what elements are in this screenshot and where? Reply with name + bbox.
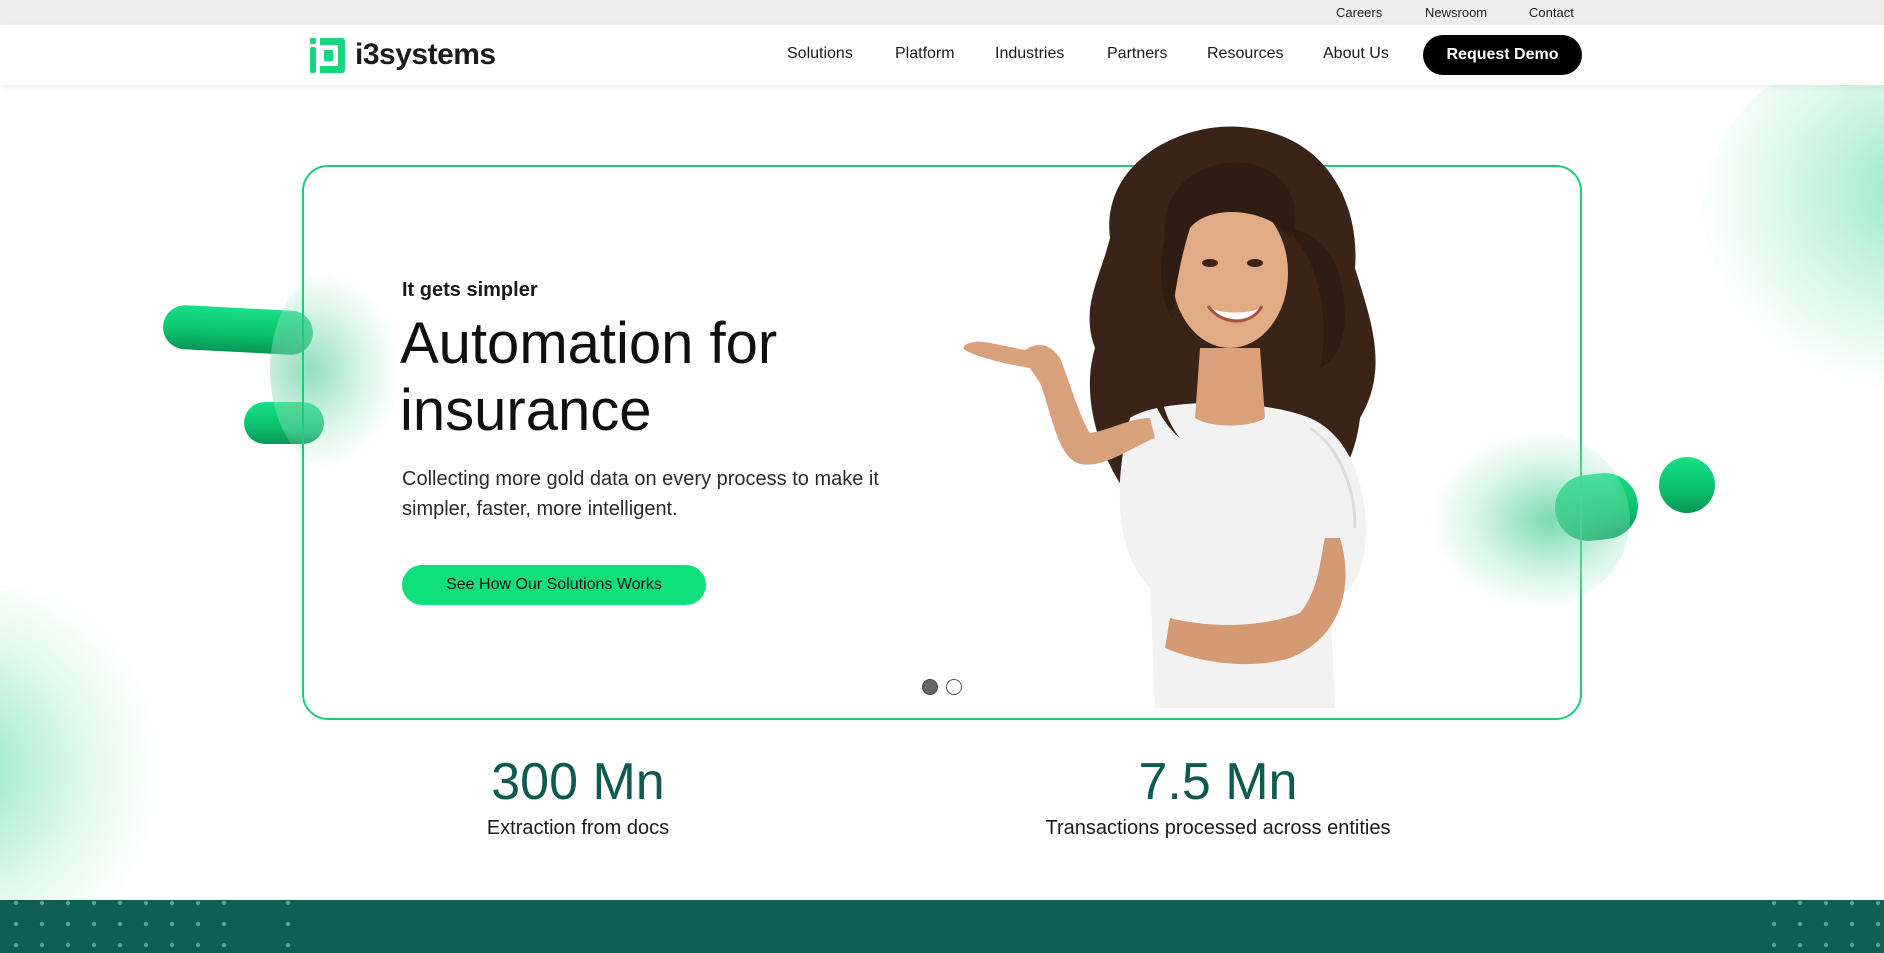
nav-industries[interactable]: Industries <box>995 45 1064 63</box>
decor-glow-bottom-left <box>0 590 190 950</box>
slider-dot-1[interactable] <box>922 679 938 695</box>
nav-resources[interactable]: Resources <box>1207 45 1283 63</box>
newsroom-link[interactable]: Newsroom <box>1425 5 1487 20</box>
main-header: i3systems Solutions Platform Industries … <box>0 25 1884 85</box>
request-demo-button[interactable]: Request Demo <box>1423 35 1582 75</box>
page: Careers Newsroom Contact i3systems Solut… <box>0 0 1884 953</box>
nav-platform[interactable]: Platform <box>895 45 955 63</box>
hero-description: Collecting more gold data on every proce… <box>402 468 879 520</box>
stat-label-transactions: Transactions processed across entities <box>1045 817 1391 839</box>
slider-dot-2[interactable] <box>946 679 962 695</box>
stat-value-extraction: 300 Mn <box>491 753 665 811</box>
utility-bar: Careers Newsroom Contact <box>0 0 1884 25</box>
dot-pattern-left <box>13 900 291 948</box>
hero-eyebrow: It gets simpler <box>402 279 538 301</box>
decor-pill-left-top <box>161 304 315 356</box>
slider-dots <box>922 679 962 695</box>
contact-link[interactable]: Contact <box>1529 5 1574 20</box>
nav-about-us[interactable]: About Us <box>1323 45 1389 63</box>
nav-solutions[interactable]: Solutions <box>787 45 853 63</box>
nav-partners[interactable]: Partners <box>1107 45 1167 63</box>
dot-pattern-right <box>1771 900 1881 948</box>
stat-label-extraction: Extraction from docs <box>486 817 670 839</box>
decor-ball-right <box>1659 457 1715 513</box>
logo-text: i3systems <box>355 38 496 71</box>
logo[interactable]: i3systems <box>309 36 496 74</box>
logo-mark-icon <box>309 37 346 74</box>
decor-glow-top-right <box>1700 60 1884 390</box>
stat-value-transactions: 7.5 Mn <box>1138 753 1298 811</box>
careers-link[interactable]: Careers <box>1336 5 1382 20</box>
see-solutions-button[interactable]: See How Our Solutions Works <box>402 565 706 605</box>
hero-person-image <box>960 118 1460 718</box>
footer-band <box>0 900 1884 953</box>
hero-title: Automation for insurance <box>400 311 778 443</box>
